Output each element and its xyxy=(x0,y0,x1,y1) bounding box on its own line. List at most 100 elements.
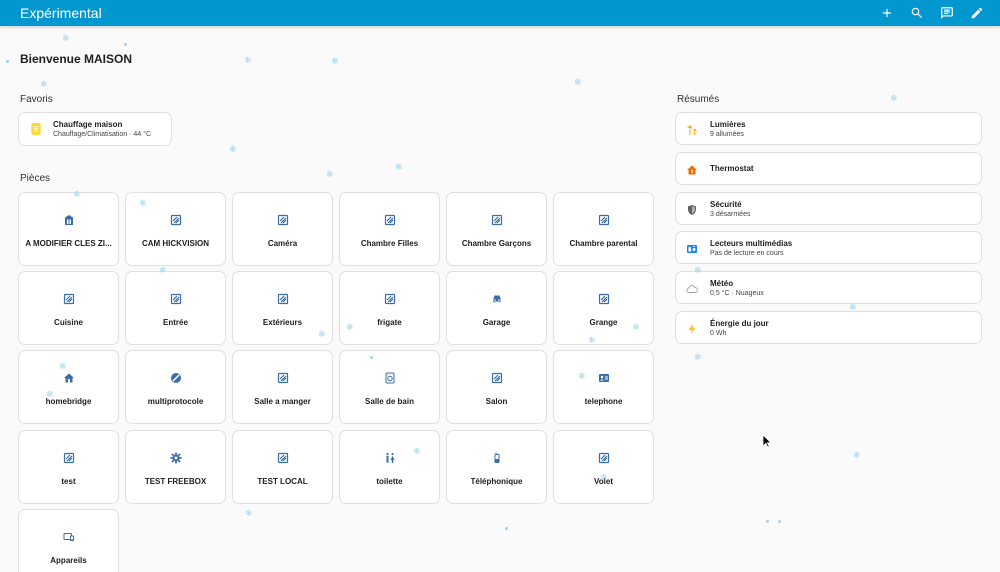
summary-name: Énergie du jour xyxy=(710,318,769,328)
top-app-bar: Expérimental xyxy=(0,0,1000,26)
area-icon xyxy=(384,292,396,305)
room-label: TEST LOCAL xyxy=(257,477,308,486)
snowflake-icon: ❄ xyxy=(413,446,421,456)
snowflake-icon: ❄ xyxy=(244,55,252,65)
favorite-card-heating[interactable]: Chauffage maison Chauffage/Climatisation… xyxy=(18,112,172,146)
room-card[interactable]: multiprotocole xyxy=(125,350,226,424)
snowflake-icon: ❄ xyxy=(326,169,334,179)
search-icon[interactable] xyxy=(906,2,928,24)
summaries-title: Résumés xyxy=(677,94,720,105)
plus-icon[interactable] xyxy=(876,2,898,24)
summary-card[interactable]: Lecteurs multimédias Pas de lecture en co… xyxy=(675,231,982,264)
shield-icon xyxy=(686,203,698,215)
snowflake-icon: ❄ xyxy=(46,389,54,399)
snowflake-icon: ❄ xyxy=(40,79,48,89)
room-card[interactable]: Garage xyxy=(446,271,547,345)
devices-icon xyxy=(63,530,75,542)
room-card[interactable]: test xyxy=(18,430,119,504)
area-icon xyxy=(598,213,610,226)
summary-detail: 0 Wh xyxy=(710,329,727,337)
snowflake-icon: ❄ xyxy=(59,361,67,371)
room-label: A MODIFIER CLES ZI... xyxy=(25,239,112,248)
room-card[interactable]: A MODIFIER CLES ZI... xyxy=(18,192,119,266)
snowflake-icon: ❄ xyxy=(139,198,147,208)
room-label: Entrée xyxy=(163,318,188,327)
room-label: Garage xyxy=(482,318,511,327)
room-card[interactable]: Chambre Garçons xyxy=(446,192,547,266)
chat-icon[interactable] xyxy=(936,2,958,24)
snowflake-icon: ❄ xyxy=(578,371,586,381)
room-card[interactable]: Cuisine xyxy=(18,271,119,345)
room-card[interactable]: Grange xyxy=(553,271,654,345)
room-card[interactable]: TEST LOCAL xyxy=(232,430,333,504)
room-card[interactable]: frigate xyxy=(339,271,440,345)
room-card[interactable]: Chambre parental xyxy=(553,192,654,266)
room-label: Salle de bain xyxy=(365,397,414,406)
room-card[interactable]: TEST FREEBOX xyxy=(125,430,226,504)
room-label: Chambre Garçons xyxy=(461,239,532,248)
room-card[interactable]: homebridge xyxy=(18,350,119,424)
snowflake-icon: ❄ xyxy=(346,322,354,332)
favorites-title: Favoris xyxy=(20,94,53,105)
summary-card[interactable]: Lumières 9 allumées xyxy=(675,112,982,145)
room-card[interactable]: Chambre Filles xyxy=(339,192,440,266)
room-card[interactable]: telephone xyxy=(553,350,654,424)
area-icon xyxy=(63,451,75,464)
snowflake-icon: ❄ xyxy=(890,93,898,103)
summary-card[interactable]: Météo 0,5 °C · Nuageux xyxy=(675,271,982,304)
room-card[interactable]: Salon xyxy=(446,350,547,424)
room-label: multiprotocole xyxy=(147,397,204,406)
room-card[interactable]: Appareils xyxy=(18,509,119,572)
summary-detail: 0,5 °C · Nuageux xyxy=(710,289,764,297)
room-label: Chambre Filles xyxy=(360,239,419,248)
home-thermostat-icon xyxy=(686,163,698,175)
thermostat-icon xyxy=(31,123,41,135)
snow-dot xyxy=(370,356,373,359)
area-icon xyxy=(170,292,182,305)
room-label: Téléphonique xyxy=(470,477,523,486)
summary-card[interactable]: Thermostat xyxy=(675,152,982,185)
pencil-icon[interactable] xyxy=(966,2,988,24)
snowflake-icon: ❄ xyxy=(849,302,857,312)
snowflake-icon: ❄ xyxy=(318,329,326,339)
area-icon xyxy=(277,292,289,305)
snowflake-icon: ❄ xyxy=(73,189,81,199)
summary-card[interactable]: Énergie du jour 0 Wh xyxy=(675,311,982,344)
safe-icon xyxy=(63,213,75,225)
favorite-name: Chauffage maison xyxy=(53,120,123,129)
media-icon xyxy=(686,242,698,254)
slash-circle-icon xyxy=(170,371,182,383)
area-icon xyxy=(598,451,610,464)
summary-card[interactable]: Sécurité 3 désarmées xyxy=(675,192,982,225)
home-icon xyxy=(63,371,75,383)
contact-card-icon xyxy=(598,371,610,383)
gear-icon xyxy=(170,451,182,464)
summary-name: Sécurité xyxy=(710,199,742,209)
area-icon xyxy=(384,213,396,226)
room-card[interactable]: Caméra xyxy=(232,192,333,266)
snowflake-icon: ❄ xyxy=(632,322,640,332)
summary-detail: 9 allumées xyxy=(710,130,744,138)
room-label: frigate xyxy=(377,318,402,327)
room-card[interactable]: toilette xyxy=(339,430,440,504)
room-card[interactable]: Salle de bain xyxy=(339,350,440,424)
summary-name: Lecteurs multimédias xyxy=(710,238,793,248)
room-label: Appareils xyxy=(50,556,87,565)
room-card[interactable]: Salle a manger xyxy=(232,350,333,424)
cloud-icon xyxy=(686,282,698,294)
area-icon xyxy=(170,213,182,226)
snowflake-icon: ❄ xyxy=(62,33,70,43)
snow-dot xyxy=(505,527,508,530)
snow-dot xyxy=(766,520,769,523)
summary-detail: Pas de lecture en cours xyxy=(710,249,784,257)
room-card[interactable]: Entrée xyxy=(125,271,226,345)
area-icon xyxy=(63,292,75,305)
room-card[interactable]: Téléphonique xyxy=(446,430,547,504)
room-card[interactable]: Volet xyxy=(553,430,654,504)
summary-detail: 3 désarmées xyxy=(710,210,751,218)
summary-name: Lumières xyxy=(710,119,746,129)
snowflake-icon: ❄ xyxy=(588,335,596,345)
summary-name: Thermostat xyxy=(710,164,754,173)
snow-dot xyxy=(124,43,127,46)
snowflake-icon: ❄ xyxy=(229,144,237,154)
